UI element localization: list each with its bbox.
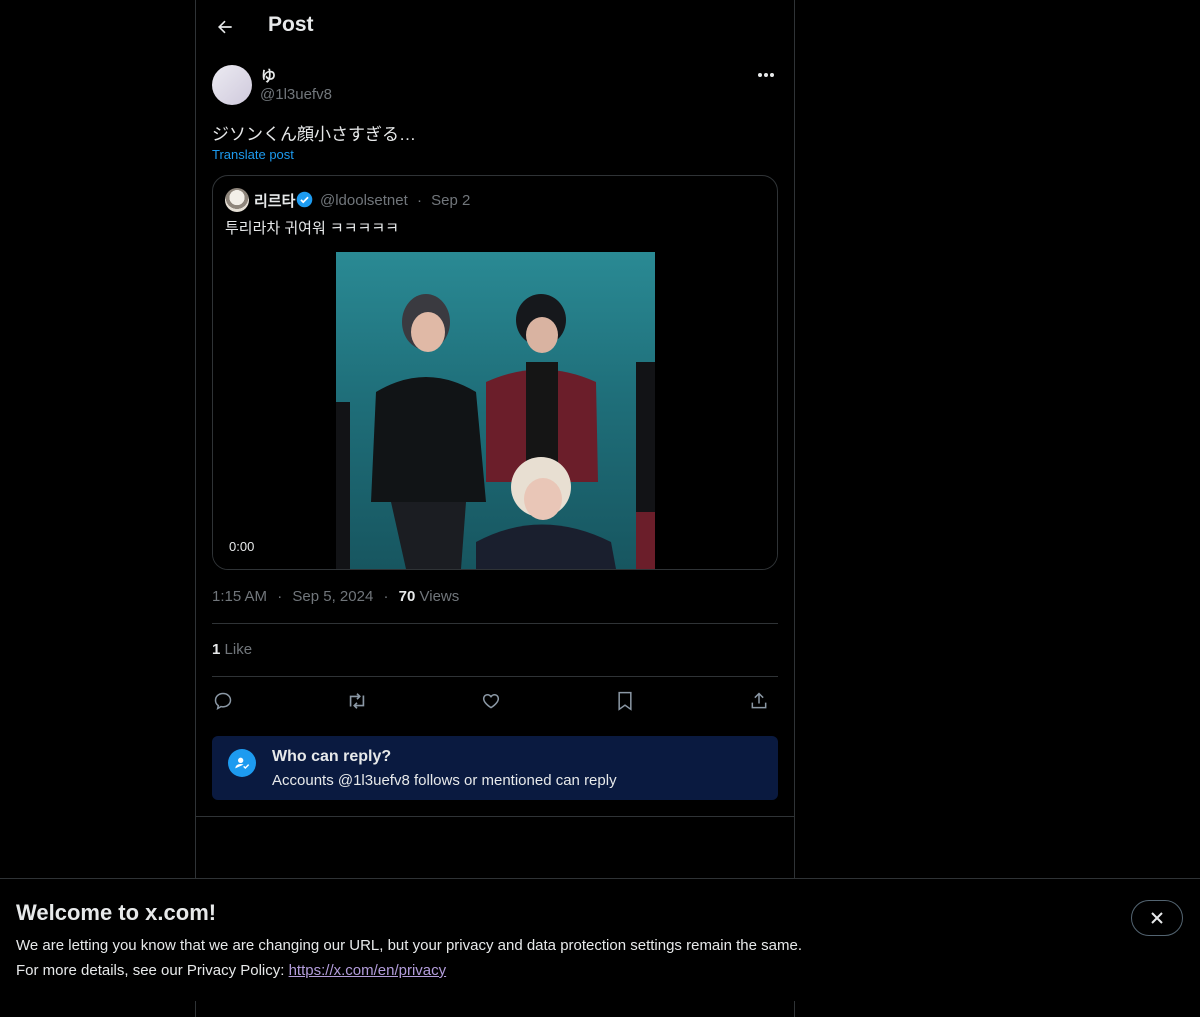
more-icon <box>758 73 774 77</box>
likes-label: Like <box>224 641 253 658</box>
views-count: 70 <box>398 588 416 605</box>
divider <box>212 623 778 624</box>
quote-separator: · <box>416 192 422 209</box>
post-date[interactable]: Sep 5, 2024 <box>292 588 373 605</box>
likes-count: 1 <box>212 641 221 658</box>
meta-separator: · <box>383 588 389 605</box>
post-text: ジソンくん顔小さすぎる… <box>212 125 416 144</box>
video-scene <box>336 294 655 569</box>
quote-handle: @ldoolsetnet <box>320 192 408 209</box>
likes-stat[interactable]: 1 Like <box>212 641 252 658</box>
translate-post-link[interactable]: Translate post <box>212 147 294 162</box>
post-meta: 1:15 AM · Sep 5, 2024 · 70 Views <box>212 588 459 605</box>
page-title: Post <box>268 13 314 36</box>
more-options-button[interactable] <box>752 64 780 86</box>
quote-video[interactable]: 0:00 <box>213 252 777 569</box>
divider <box>196 816 794 817</box>
like-button[interactable] <box>476 686 506 716</box>
quote-meta: @ldoolsetnet · Sep 2 <box>320 192 470 209</box>
avatar[interactable] <box>212 65 252 105</box>
arrow-left-icon <box>218 20 232 34</box>
divider <box>212 676 778 677</box>
quote-text: 투리라차 귀여워 ㅋㅋㅋㅋㅋ <box>225 220 399 237</box>
quote-date: Sep 2 <box>431 192 471 209</box>
reply-restriction-title: Who can reply? <box>272 748 392 765</box>
banner-privacy-line: For more details, see our Privacy Policy… <box>16 962 446 979</box>
share-icon <box>751 692 767 709</box>
meta-separator: · <box>277 588 283 605</box>
video-timestamp: 0:00 <box>229 539 255 554</box>
author-handle[interactable]: @1l3uefv8 <box>260 86 332 103</box>
verified-badge-icon <box>296 191 313 208</box>
banner-title: Welcome to x.com! <box>16 900 217 925</box>
post-author: ゆ @1l3uefv8 <box>212 64 780 108</box>
reply-restriction-subtitle: Accounts @1l3uefv8 follows or mentioned … <box>272 772 617 789</box>
close-icon <box>1151 912 1163 924</box>
banner-privacy-prefix: For more details, see our Privacy Policy… <box>16 962 289 979</box>
privacy-policy-link[interactable]: https://x.com/en/privacy <box>289 962 447 979</box>
share-button[interactable] <box>744 686 774 716</box>
quoted-post[interactable]: 리르타 @ldoolsetnet · Sep 2 투리라차 귀여워 ㅋㅋㅋㅋㅋ <box>212 175 778 570</box>
author-display-name[interactable]: ゆ <box>261 65 276 86</box>
back-button[interactable] <box>208 10 242 44</box>
bookmark-icon <box>618 691 632 711</box>
post-time[interactable]: 1:15 AM <box>212 588 267 605</box>
reply-restriction-icon <box>228 749 256 777</box>
post-header: Post <box>196 0 794 53</box>
reply-icon <box>214 692 232 711</box>
close-banner-button[interactable] <box>1131 900 1183 936</box>
video-frame <box>336 252 655 569</box>
repost-button[interactable] <box>342 686 372 716</box>
main-column: Post ゆ @1l3uefv8 ジソンくん顔小さすぎる… Translate … <box>195 0 795 1017</box>
reply-restriction-notice: Who can reply? Accounts @1l3uefv8 follow… <box>212 736 778 800</box>
reply-button[interactable] <box>208 686 238 716</box>
quote-avatar <box>225 188 249 212</box>
like-icon <box>482 693 500 709</box>
views-label: Views <box>419 588 460 605</box>
action-bar <box>212 686 778 716</box>
user-check-icon <box>235 757 250 770</box>
banner-message: We are letting you know that we are chan… <box>16 937 802 954</box>
welcome-banner: Welcome to x.com! We are letting you kno… <box>0 878 1200 1001</box>
repost-icon <box>349 693 365 709</box>
bookmark-button[interactable] <box>610 686 640 716</box>
quote-display-name: 리르타 <box>254 193 296 210</box>
